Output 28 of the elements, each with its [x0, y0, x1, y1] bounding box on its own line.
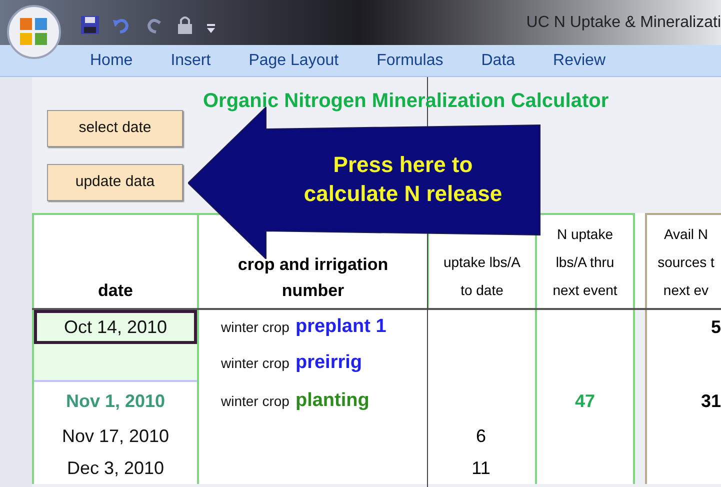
crop-label: winter crop: [221, 392, 290, 411]
crop-label: winter crop: [221, 354, 290, 373]
table-cell: 5: [645, 310, 721, 344]
save-icon[interactable]: [80, 15, 100, 35]
ribbon-tab[interactable]: Insert: [170, 48, 211, 72]
event-name: preirrig: [295, 350, 362, 375]
callout-text: Press here to calculate N release: [302, 151, 504, 208]
macro-button[interactable]: select date: [47, 110, 183, 147]
ribbon-tab[interactable]: Page Layout: [248, 48, 339, 72]
crop-label: winter crop: [221, 318, 290, 337]
column-header: date: [32, 213, 197, 308]
ribbon-tab[interactable]: Home: [90, 48, 133, 72]
lock-icon[interactable]: [176, 15, 194, 35]
table-cell: 31: [645, 382, 721, 420]
ribbon-tab[interactable]: Formulas: [376, 48, 444, 72]
window-title: UC N Uptake & Mineralizati: [526, 13, 721, 33]
date-cell[interactable]: Oct 14, 2010: [34, 310, 197, 344]
ribbon-tab[interactable]: Review: [553, 48, 606, 72]
ribbon-tab[interactable]: Data: [481, 48, 516, 72]
table-cell: 47: [535, 382, 635, 420]
table-cell: 6: [427, 420, 535, 452]
column-header: Avail N sources t next ev: [645, 213, 721, 308]
date-cell[interactable]: [34, 344, 197, 382]
table-cell: 11: [427, 452, 535, 484]
event-name: planting: [295, 388, 370, 413]
macro-button[interactable]: update data: [47, 164, 183, 201]
event-name: preplant 1: [295, 314, 386, 339]
dropdown-icon[interactable]: [206, 23, 216, 35]
